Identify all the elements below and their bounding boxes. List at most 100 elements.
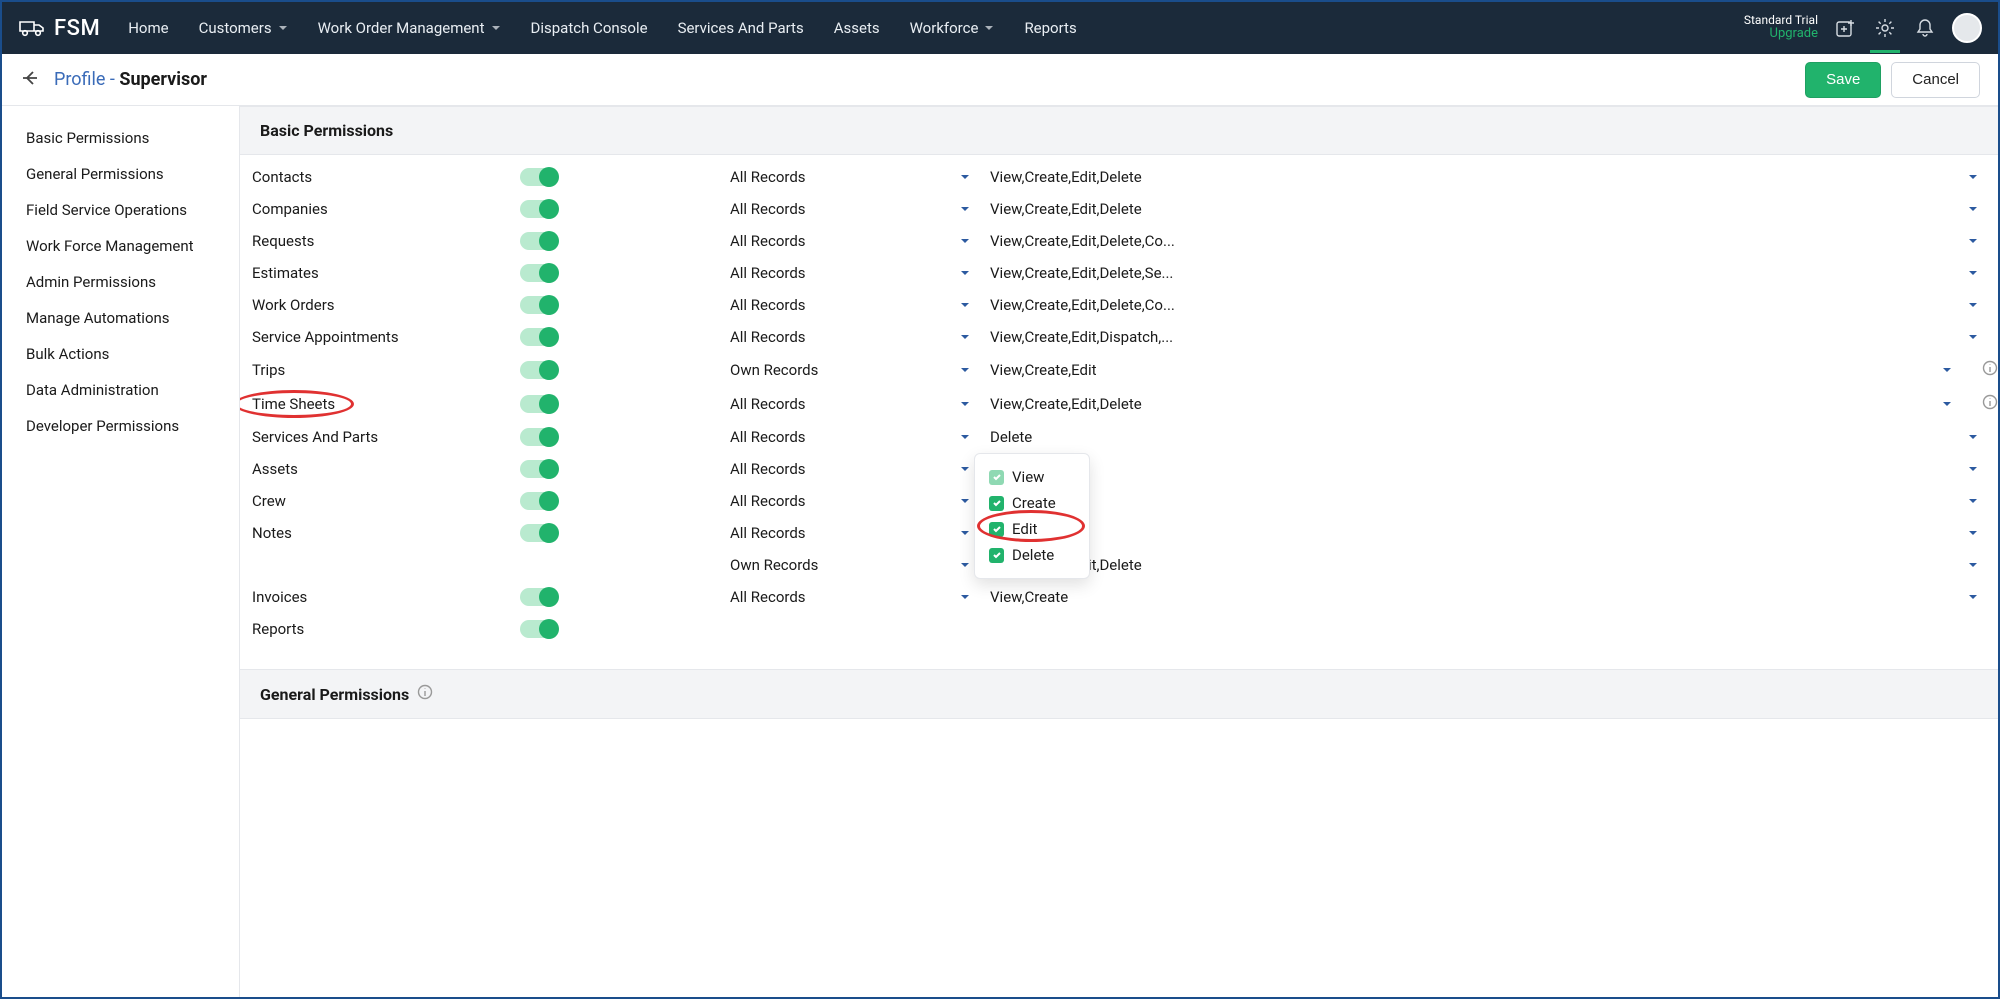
nav-assets[interactable]: Assets	[834, 19, 880, 37]
scope-dropdown[interactable]: All Records	[730, 492, 990, 510]
upgrade-link[interactable]: Upgrade	[1744, 27, 1818, 41]
popover-option-label: Edit	[1012, 520, 1037, 538]
brand-name: FSM	[54, 16, 100, 41]
scope-dropdown[interactable]: All Records	[730, 168, 990, 186]
avatar[interactable]	[1952, 13, 1982, 43]
perms-dropdown[interactable]: View,Create,Edit,Delete,Se...	[990, 264, 1998, 282]
chevron-down-icon	[984, 19, 994, 37]
info-icon[interactable]	[417, 684, 433, 704]
caret-down-icon	[1968, 296, 1978, 314]
caret-down-icon	[960, 361, 970, 379]
scope-dropdown[interactable]: All Records	[730, 200, 990, 218]
permission-row: Service AppointmentsAll RecordsView,Crea…	[240, 321, 1998, 353]
truck-icon	[18, 18, 46, 38]
toggle[interactable]	[520, 168, 558, 186]
sidebar-item-basic-permissions[interactable]: Basic Permissions	[2, 120, 238, 156]
gear-icon[interactable]	[1874, 17, 1896, 39]
scope-dropdown[interactable]: All Records	[730, 524, 990, 542]
perms-dropdown[interactable]: View,Create,Edit,Delete,Co...	[990, 296, 1998, 314]
toggle[interactable]	[520, 460, 558, 478]
popover-option-label: Create	[1012, 494, 1056, 512]
sidebar-item-admin-permissions[interactable]: Admin Permissions	[2, 264, 238, 300]
checkbox-icon[interactable]	[989, 522, 1004, 537]
scope-dropdown[interactable]: All Records	[730, 588, 990, 606]
perms-dropdown[interactable]: View,Create	[990, 588, 1998, 606]
perms-dropdown[interactable]: View,Create,Edit,Dispatch,...	[990, 328, 1998, 346]
toggle[interactable]	[520, 620, 558, 638]
info-icon[interactable]	[1982, 394, 1998, 414]
checkbox-icon[interactable]	[989, 496, 1004, 511]
toggle[interactable]	[520, 428, 558, 446]
sidebar-item-data-administration[interactable]: Data Administration	[2, 372, 238, 408]
perms-dropdown[interactable]: Delete	[990, 428, 1998, 446]
perms-dropdown[interactable]: View,Create,Edit,Delete	[990, 200, 1998, 218]
toggle[interactable]	[520, 328, 558, 346]
popover-option-label: View	[1012, 468, 1044, 486]
toggle[interactable]	[520, 492, 558, 510]
scope-dropdown[interactable]: Own Records	[730, 556, 990, 574]
sidebar-item-manage-automations[interactable]: Manage Automations	[2, 300, 238, 336]
brand[interactable]: FSM	[18, 16, 100, 41]
scope-dropdown[interactable]: Own Records	[730, 361, 990, 379]
popover-option[interactable]: View	[989, 464, 1075, 490]
perms-dropdown[interactable]: Delete	[990, 460, 1998, 478]
permission-row: Own RecordsView,Create,Edit,Delete	[240, 549, 1998, 581]
bell-icon[interactable]	[1914, 17, 1936, 39]
perms-dropdown[interactable]: View,Create,Edit,Delete	[990, 394, 1998, 414]
perms-dropdown[interactable]: View,Create,Edit,Delete	[990, 168, 1998, 186]
add-icon[interactable]	[1834, 17, 1856, 39]
toggle[interactable]	[520, 524, 558, 542]
info-icon[interactable]	[1982, 360, 1998, 380]
toggle[interactable]	[520, 296, 558, 314]
scope-dropdown[interactable]: All Records	[730, 264, 990, 282]
nav-services-parts[interactable]: Services And Parts	[678, 19, 804, 37]
perms-dropdown[interactable]: Delete	[990, 524, 1998, 542]
perms-dropdown[interactable]: View,Create,Edit	[990, 360, 1998, 380]
back-arrow-icon[interactable]	[20, 68, 40, 92]
scope-dropdown[interactable]: All Records	[730, 395, 990, 413]
cancel-button[interactable]: Cancel	[1891, 62, 1980, 98]
caret-down-icon	[960, 556, 970, 574]
scope-dropdown[interactable]: All Records	[730, 428, 990, 446]
sidebar-item-general-permissions[interactable]: General Permissions	[2, 156, 238, 192]
caret-down-icon	[1968, 460, 1978, 478]
toggle[interactable]	[520, 395, 558, 413]
breadcrumb-prefix[interactable]: Profile -	[54, 69, 119, 90]
perms-dropdown[interactable]: View,Create,Edit,Delete	[990, 556, 1998, 574]
perms-dropdown[interactable]: View,Create,Edit,Delete,Co...	[990, 232, 1998, 250]
toggle[interactable]	[520, 361, 558, 379]
scope-dropdown[interactable]: All Records	[730, 296, 990, 314]
scope-dropdown[interactable]: All Records	[730, 328, 990, 346]
save-button[interactable]: Save	[1805, 62, 1881, 98]
toggle[interactable]	[520, 232, 558, 250]
caret-down-icon	[960, 232, 970, 250]
sidebar-item-bulk-actions[interactable]: Bulk Actions	[2, 336, 238, 372]
toggle[interactable]	[520, 588, 558, 606]
toggle[interactable]	[520, 264, 558, 282]
sidebar-item-field-service-operations[interactable]: Field Service Operations	[2, 192, 238, 228]
nav-reports[interactable]: Reports	[1024, 19, 1076, 37]
nav-customers[interactable]: Customers	[199, 19, 288, 37]
toggle[interactable]	[520, 200, 558, 218]
popover-option[interactable]: Edit	[989, 516, 1075, 542]
checkbox-icon[interactable]	[989, 470, 1004, 485]
scope-dropdown[interactable]: All Records	[730, 460, 990, 478]
sidebar-item-developer-permissions[interactable]: Developer Permissions	[2, 408, 238, 444]
popover-option-label: Delete	[1012, 546, 1054, 564]
trial-badge[interactable]: Standard Trial Upgrade	[1744, 14, 1818, 41]
perms-dropdown[interactable]	[990, 492, 1998, 510]
perms-popover[interactable]: View Create Edit Delete	[974, 453, 1090, 579]
checkbox-icon[interactable]	[989, 548, 1004, 563]
sidebar-item-work-force-management[interactable]: Work Force Management	[2, 228, 238, 264]
permission-row: EstimatesAll RecordsView,Create,Edit,Del…	[240, 257, 1998, 289]
popover-option[interactable]: Create	[989, 490, 1075, 516]
nav-work-order-mgmt[interactable]: Work Order Management	[318, 19, 501, 37]
popover-option[interactable]: Delete	[989, 542, 1075, 568]
scope-dropdown[interactable]: All Records	[730, 232, 990, 250]
nav-items: Home Customers Work Order Management Dis…	[128, 19, 1077, 37]
nav-dispatch-console[interactable]: Dispatch Console	[531, 19, 648, 37]
page-title: Supervisor	[119, 69, 207, 90]
caret-down-icon	[960, 168, 970, 186]
nav-home[interactable]: Home	[128, 19, 168, 37]
nav-workforce[interactable]: Workforce	[910, 19, 995, 37]
